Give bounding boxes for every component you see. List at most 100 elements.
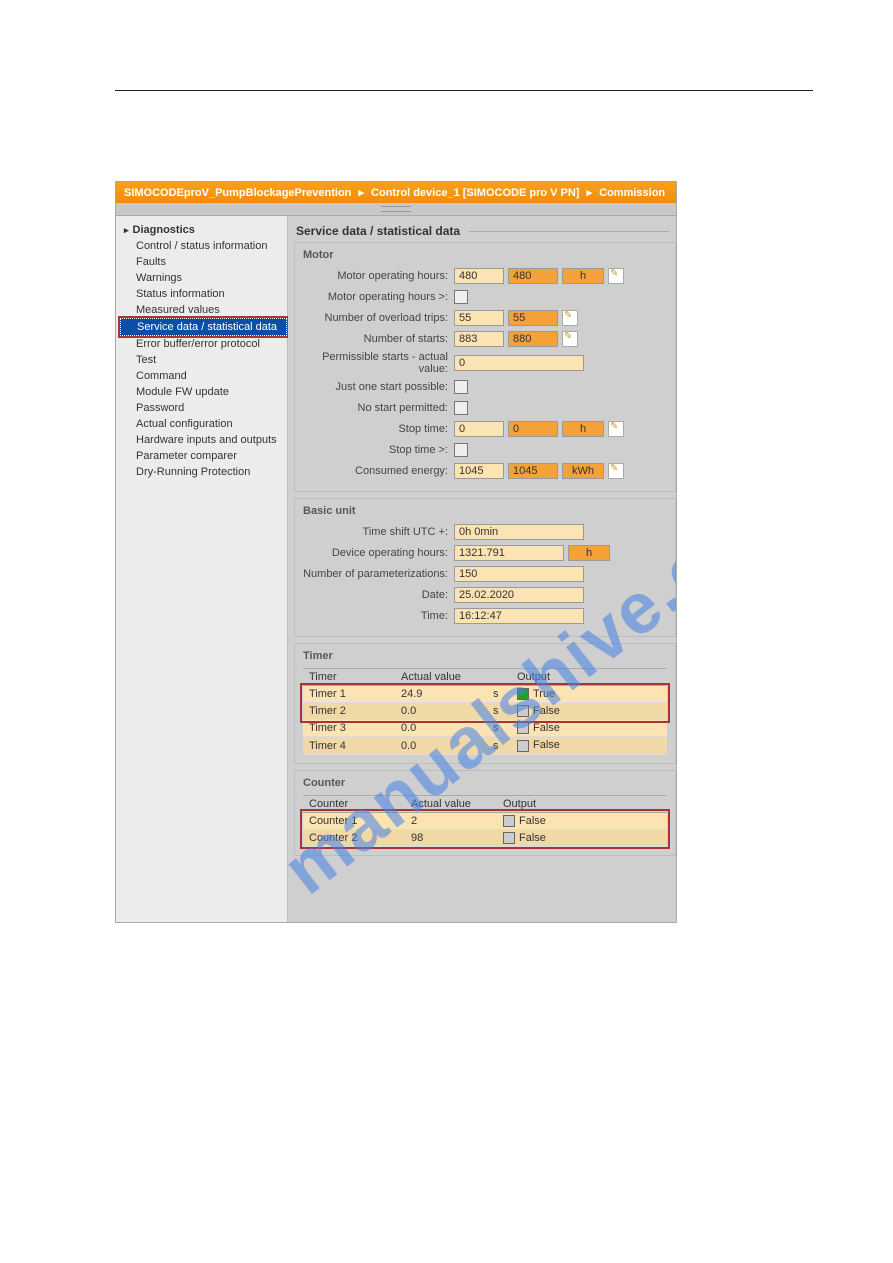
led-icon [503, 815, 515, 827]
nav-item-password[interactable]: Password [120, 400, 287, 416]
nav-item-error-buffer[interactable]: Error buffer/error protocol [120, 336, 287, 352]
group-counter-title: Counter [303, 777, 667, 789]
toolbar-drag-handle[interactable] [116, 203, 676, 216]
breadcrumb-a[interactable]: SIMOCODEproV_PumpBlockagePrevention [124, 187, 351, 199]
field-stop-time-set[interactable]: 0 [508, 421, 558, 437]
check-no-start [454, 401, 468, 415]
field-stop-time-actual: 0 [454, 421, 504, 437]
lbl-date: Date: [303, 589, 454, 601]
th-counter-output: Output [497, 795, 667, 812]
led-icon [517, 740, 529, 752]
nav-item-command[interactable]: Command [120, 368, 287, 384]
table-row: Timer 20.0sFalse [303, 703, 667, 720]
th-timer-unit [487, 669, 511, 686]
field-time: 16:12:47 [454, 608, 584, 624]
nav-item-status-info[interactable]: Status information [120, 286, 287, 302]
nav-section-diagnostics[interactable]: Diagnostics [120, 222, 287, 238]
field-op-hours-set[interactable]: 480 [508, 268, 558, 284]
page-title-text: Service data / statistical data [296, 224, 460, 238]
counter-table: Counter Actual value Output Counter 12Fa… [303, 795, 667, 847]
breadcrumb-sep-icon: ▸ [358, 187, 364, 199]
nav-item-control-status[interactable]: Control / status information [120, 238, 287, 254]
nav-item-actual-config[interactable]: Actual configuration [120, 416, 287, 432]
edit-icon[interactable] [608, 463, 624, 479]
nav-item-dry-running[interactable]: Dry-Running Protection [120, 464, 287, 480]
nav-item-test[interactable]: Test [120, 352, 287, 368]
lbl-no-start: No start permitted: [303, 402, 454, 414]
unit-h: h [562, 268, 604, 284]
th-counter-name: Counter [303, 795, 405, 812]
lbl-starts: Number of starts: [303, 333, 454, 345]
check-op-hours-gt [454, 290, 468, 304]
led-icon [517, 705, 529, 717]
check-one-start [454, 380, 468, 394]
lbl-perm-starts: Permissible starts - actual value: [303, 351, 454, 375]
table-row: Counter 12False [303, 812, 667, 829]
lbl-dev-hours: Device operating hours: [303, 547, 454, 559]
check-stop-time-gt [454, 443, 468, 457]
lbl-time-shift: Time shift UTC +: [303, 526, 454, 538]
lbl-one-start: Just one start possible: [303, 381, 454, 393]
title-rule [469, 231, 669, 232]
field-energy-actual: 1045 [454, 463, 504, 479]
th-timer-output: Output [511, 669, 667, 686]
edit-icon[interactable] [562, 310, 578, 326]
nav-item-faults[interactable]: Faults [120, 254, 287, 270]
table-row: Timer 124.9sTrue [303, 686, 667, 703]
field-starts-set[interactable]: 880 [508, 331, 558, 347]
lbl-param-count: Number of parameterizations: [303, 568, 454, 580]
group-basic-title: Basic unit [303, 505, 667, 517]
group-motor-title: Motor [303, 249, 667, 261]
nav-item-fw-update[interactable]: Module FW update [120, 384, 287, 400]
breadcrumb-b[interactable]: Control device_1 [SIMOCODE pro V PN] [371, 187, 579, 199]
field-date: 25.02.2020 [454, 587, 584, 603]
page-title: Service data / statistical data [294, 222, 676, 242]
nav-item-warnings[interactable]: Warnings [120, 270, 287, 286]
lbl-stop-time-gt: Stop time >: [303, 444, 454, 456]
screenshot-window: manualshive.com SIMOCODEproV_PumpBlockag… [115, 181, 677, 923]
edit-icon[interactable] [608, 421, 624, 437]
group-basic-unit: Basic unit Time shift UTC +: 0h 0min Dev… [294, 498, 676, 637]
edit-icon[interactable] [562, 331, 578, 347]
table-row: Timer 30.0sFalse [303, 720, 667, 737]
th-timer-value: Actual value [395, 669, 487, 686]
unit-h: h [568, 545, 610, 561]
timer-table: Timer Actual value Output Timer 124.9sTr… [303, 668, 667, 754]
group-timer: Timer Timer Actual value Output Timer 12… [294, 643, 676, 763]
field-starts-actual: 883 [454, 331, 504, 347]
field-energy-set[interactable]: 1045 [508, 463, 558, 479]
lbl-op-hours-gt: Motor operating hours >: [303, 291, 454, 303]
table-row: Timer 40.0sFalse [303, 737, 667, 754]
unit-h: h [562, 421, 604, 437]
page-header-rule [115, 90, 813, 91]
lbl-stop-time: Stop time: [303, 423, 454, 435]
field-perm-starts: 0 [454, 355, 584, 371]
field-ovl-trips-set[interactable]: 55 [508, 310, 558, 326]
field-dev-hours: 1321.791 [454, 545, 564, 561]
table-row: Counter 298False [303, 829, 667, 846]
th-counter-value: Actual value [405, 795, 497, 812]
field-param-count: 150 [454, 566, 584, 582]
lbl-energy: Consumed energy: [303, 465, 454, 477]
group-timer-title: Timer [303, 650, 667, 662]
lbl-time: Time: [303, 610, 454, 622]
nav-item-hw-io[interactable]: Hardware inputs and outputs [120, 432, 287, 448]
nav-item-service-data[interactable]: Service data / statistical data [120, 318, 287, 336]
breadcrumb: SIMOCODEproV_PumpBlockagePrevention ▸ Co… [116, 182, 676, 203]
nav-item-measured-values[interactable]: Measured values [120, 302, 287, 318]
led-icon [517, 688, 529, 700]
nav-item-param-comparer[interactable]: Parameter comparer [120, 448, 287, 464]
counter-rows-highlight: Counter 12False Counter 298False [303, 812, 667, 846]
breadcrumb-sep-icon: ▸ [587, 187, 593, 199]
lbl-op-hours: Motor operating hours: [303, 270, 454, 282]
unit-kwh: kWh [562, 463, 604, 479]
content-pane: Service data / statistical data Motor Mo… [288, 216, 676, 923]
group-counter: Counter Counter Actual value Output Coun… [294, 770, 676, 856]
led-icon [517, 722, 529, 734]
group-motor: Motor Motor operating hours: 480 480 h M… [294, 242, 676, 492]
timer-rows-highlight: Timer 124.9sTrue Timer 20.0sFalse [303, 686, 667, 720]
edit-icon[interactable] [608, 268, 624, 284]
th-timer-name: Timer [303, 669, 395, 686]
nav-tree: Diagnostics Control / status information… [116, 216, 288, 923]
breadcrumb-c[interactable]: Commission [599, 187, 665, 199]
